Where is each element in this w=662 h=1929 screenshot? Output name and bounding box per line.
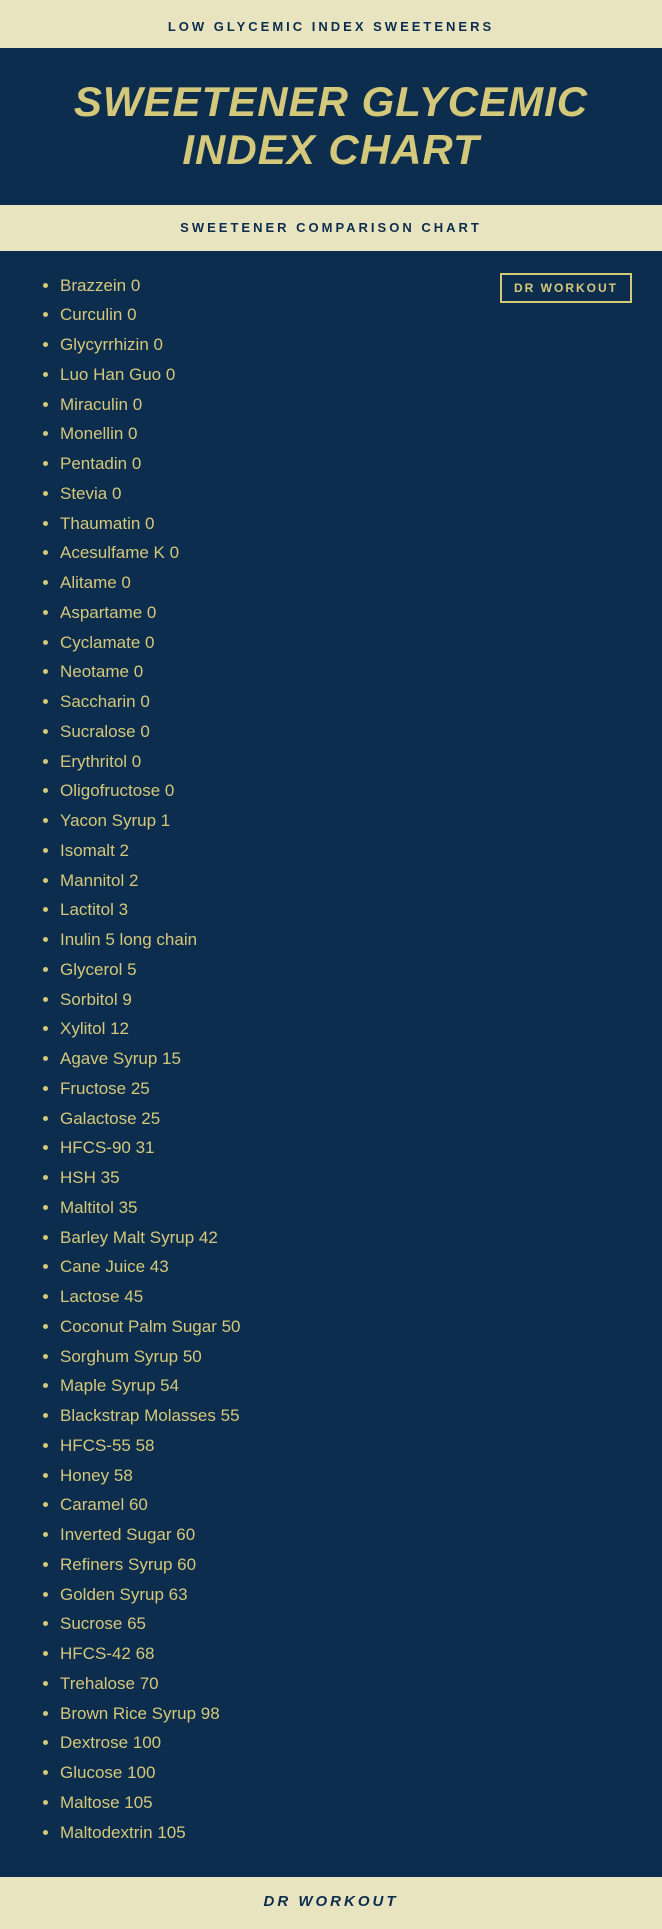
list-item: Maltodextrin 105 [60,1818,632,1848]
top-banner: LOW GLYCEMIC INDEX SWEETENERS [0,0,662,48]
list-item: Refiners Syrup 60 [60,1550,632,1580]
list-item: Stevia 0 [60,479,632,509]
list-item: Glucose 100 [60,1758,632,1788]
sweetener-list: Brazzein 0Curculin 0Glycyrrhizin 0Luo Ha… [40,271,632,1848]
list-item: Coconut Palm Sugar 50 [60,1312,632,1342]
list-item: Oligofructose 0 [60,776,632,806]
list-item: Cyclamate 0 [60,628,632,658]
list-item: Golden Syrup 63 [60,1580,632,1610]
top-label: LOW GLYCEMIC INDEX SWEETENERS [168,19,494,34]
list-item: Acesulfame K 0 [60,538,632,568]
list-item: Miraculin 0 [60,390,632,420]
list-item: Glycyrrhizin 0 [60,330,632,360]
list-item: Isomalt 2 [60,836,632,866]
list-item: Dextrose 100 [60,1728,632,1758]
list-item: Sorbitol 9 [60,985,632,1015]
list-item: Neotame 0 [60,657,632,687]
list-item: Sucrose 65 [60,1609,632,1639]
list-item: Yacon Syrup 1 [60,806,632,836]
list-item: Cane Juice 43 [60,1252,632,1282]
list-item: Caramel 60 [60,1490,632,1520]
list-item: Lactose 45 [60,1282,632,1312]
list-item: Erythritol 0 [60,747,632,777]
list-item: Trehalose 70 [60,1669,632,1699]
list-item: Maltitol 35 [60,1193,632,1223]
list-item: Alitame 0 [60,568,632,598]
list-item: Blackstrap Molasses 55 [60,1401,632,1431]
content-section: DR WORKOUT Brazzein 0Curculin 0Glycyrrhi… [0,251,662,1878]
list-item: Maple Syrup 54 [60,1371,632,1401]
list-item: HFCS-90 31 [60,1133,632,1163]
subtitle-section: SWEETENER COMPARISON CHART [0,205,662,251]
list-item: HSH 35 [60,1163,632,1193]
list-item: Sorghum Syrup 50 [60,1342,632,1372]
list-item: Barley Malt Syrup 42 [60,1223,632,1253]
list-item: Lactitol 3 [60,895,632,925]
list-item: Galactose 25 [60,1104,632,1134]
list-item: Curculin 0 [60,300,632,330]
subtitle-text: SWEETENER COMPARISON CHART [180,220,482,235]
list-item: Luo Han Guo 0 [60,360,632,390]
list-item: Sucralose 0 [60,717,632,747]
list-item: Honey 58 [60,1461,632,1491]
list-item: Xylitol 12 [60,1014,632,1044]
list-item: Mannitol 2 [60,866,632,896]
list-item: Inulin 5 long chain [60,925,632,955]
list-item: Pentadin 0 [60,449,632,479]
dr-workout-badge: DR WORKOUT [500,273,632,303]
list-item: Aspartame 0 [60,598,632,628]
list-item: Thaumatin 0 [60,509,632,539]
list-item: Glycerol 5 [60,955,632,985]
list-item: Monellin 0 [60,419,632,449]
list-item: HFCS-55 58 [60,1431,632,1461]
list-item: Inverted Sugar 60 [60,1520,632,1550]
list-item: Agave Syrup 15 [60,1044,632,1074]
main-title: SWEETENER GLYCEMIC INDEX CHART [40,78,622,175]
list-item: HFCS-42 68 [60,1639,632,1669]
list-item: Maltose 105 [60,1788,632,1818]
list-item: Brown Rice Syrup 98 [60,1699,632,1729]
bottom-section: DR WORKOUT [0,1877,662,1929]
footer-brand: DR WORKOUT [264,1893,399,1910]
list-item: Fructose 25 [60,1074,632,1104]
list-item: Saccharin 0 [60,687,632,717]
title-section: SWEETENER GLYCEMIC INDEX CHART [0,48,662,205]
